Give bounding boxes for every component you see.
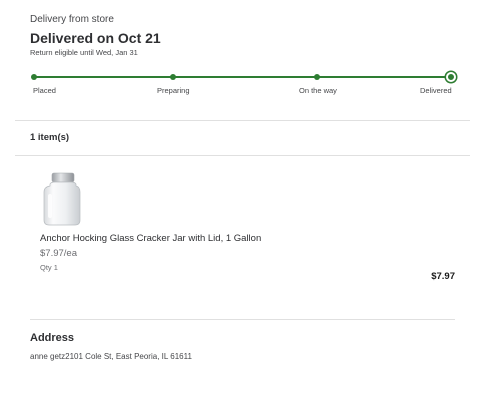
product-unit-price: $7.97/ea <box>40 248 77 259</box>
progress-line <box>34 76 451 78</box>
order-details-page: Delivery from store Delivered on Oct 21 … <box>0 0 500 404</box>
step-dot-placed <box>31 74 37 80</box>
product-name-link[interactable]: Anchor Hocking Glass Cracker Jar with Li… <box>40 233 261 244</box>
return-eligibility-note: Return eligible until Wed, Jan 31 <box>30 48 138 57</box>
order-progress-tracker <box>31 72 456 82</box>
divider <box>15 120 470 121</box>
step-dot-delivered <box>446 72 456 82</box>
fulfillment-type: Delivery from store <box>30 14 114 25</box>
divider <box>30 319 455 320</box>
product-quantity: Qty 1 <box>40 263 58 272</box>
step-dot-preparing <box>170 74 176 80</box>
delivery-address: anne getz2101 Cole St, East Peoria, IL 6… <box>30 352 192 361</box>
address-heading: Address <box>30 332 75 344</box>
order-status-headline: Delivered on Oct 21 <box>30 30 161 46</box>
step-label-preparing: Preparing <box>157 86 190 95</box>
step-label-on-the-way: On the way <box>299 86 337 95</box>
step-dot-on-the-way <box>314 74 320 80</box>
product-line-total: $7.97 <box>431 271 455 282</box>
divider <box>15 155 470 156</box>
item-count: 1 item(s) <box>30 132 70 143</box>
glass-jar-icon[interactable] <box>38 172 86 226</box>
step-label-delivered: Delivered <box>420 86 452 95</box>
step-label-placed: Placed <box>33 86 56 95</box>
